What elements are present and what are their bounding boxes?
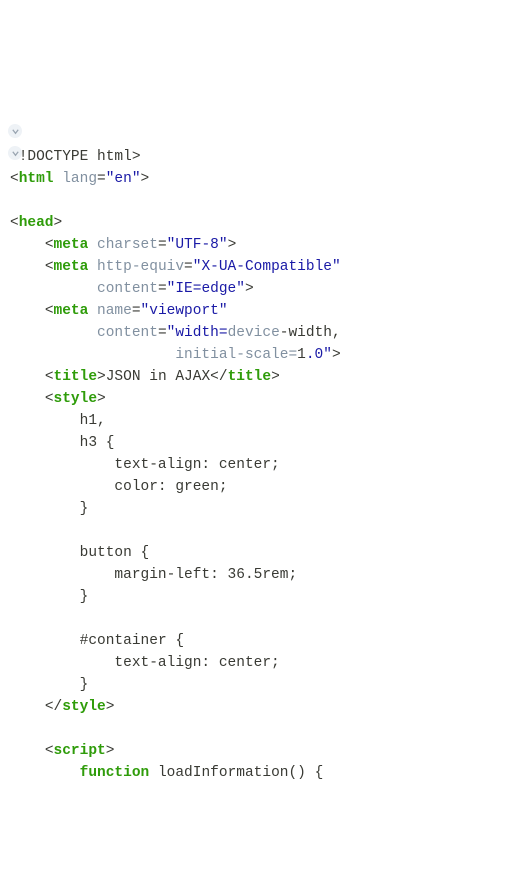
code-content[interactable]: <!DOCTYPE html> <html lang="en"> <head> … xyxy=(10,149,341,781)
doctype-line: <!DOCTYPE html> xyxy=(10,149,141,165)
fold-chevron-icon[interactable] xyxy=(8,124,22,138)
fold-chevron-icon[interactable] xyxy=(8,146,22,160)
code-editor-viewport: <!DOCTYPE html> <html lang="en"> <head> … xyxy=(10,80,516,784)
